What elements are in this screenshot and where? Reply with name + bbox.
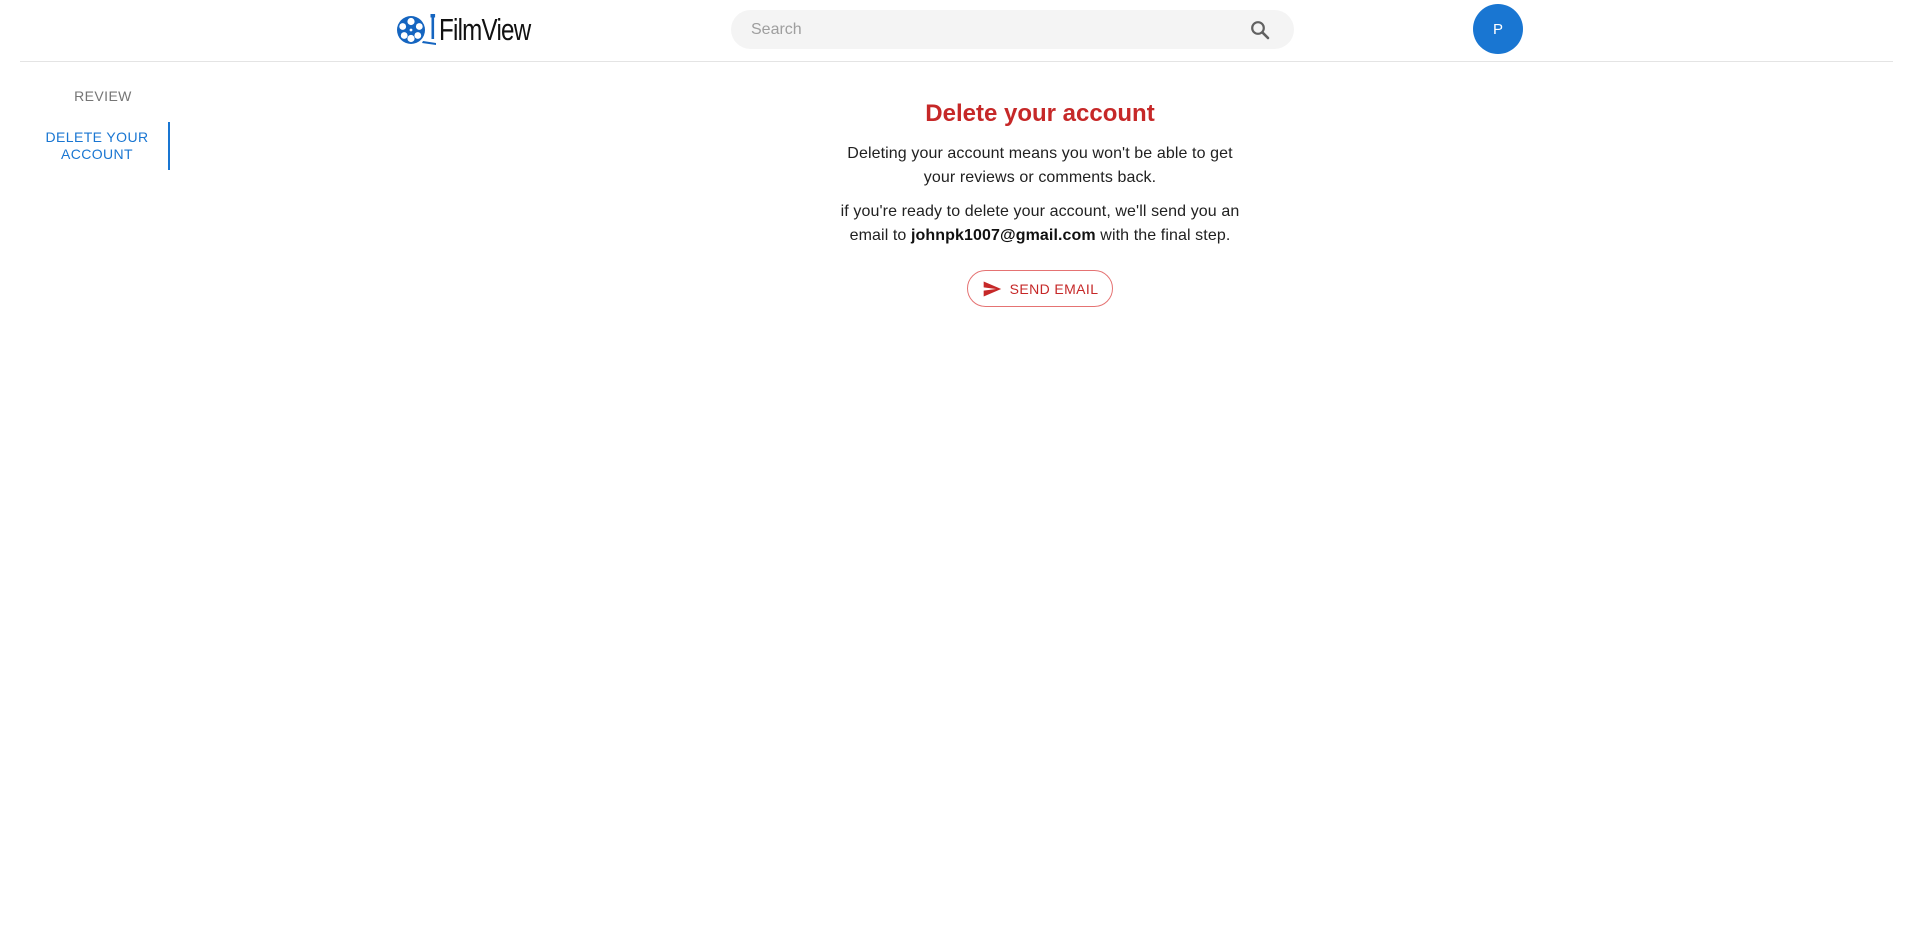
avatar-initial: P	[1492, 20, 1503, 38]
app-header: FilmView P	[20, 0, 1893, 62]
film-reel-icon	[397, 14, 436, 45]
logo[interactable]: FilmView	[396, 12, 556, 48]
search-bar	[731, 10, 1294, 49]
send-email-label: SEND EMAIL	[1009, 280, 1099, 297]
delete-account-panel: Delete your account Deleting your accoun…	[836, 96, 1244, 307]
user-email: johnpk1007@gmail.com	[910, 227, 1096, 244]
send-email-button[interactable]: SEND EMAIL	[967, 270, 1113, 307]
sidebar-item-delete-account[interactable]: DELETE YOUR ACCOUNT	[36, 122, 170, 170]
page-title: Delete your account	[925, 100, 1155, 127]
warning-text: Deleting your account means you won't be…	[847, 145, 1233, 186]
email-info-suffix: with the final step.	[1095, 227, 1231, 244]
search-icon[interactable]	[1248, 18, 1272, 42]
send-icon	[983, 281, 1001, 296]
logo-text: FilmView	[439, 12, 531, 47]
sidebar-item-review[interactable]: REVIEW	[36, 84, 170, 110]
sidebar: REVIEW DELETE YOUR ACCOUNT	[36, 84, 170, 170]
search-input[interactable]	[731, 10, 1231, 49]
user-avatar[interactable]: P	[1473, 4, 1523, 54]
email-info-text: if you're ready to delete your account, …	[836, 200, 1244, 248]
